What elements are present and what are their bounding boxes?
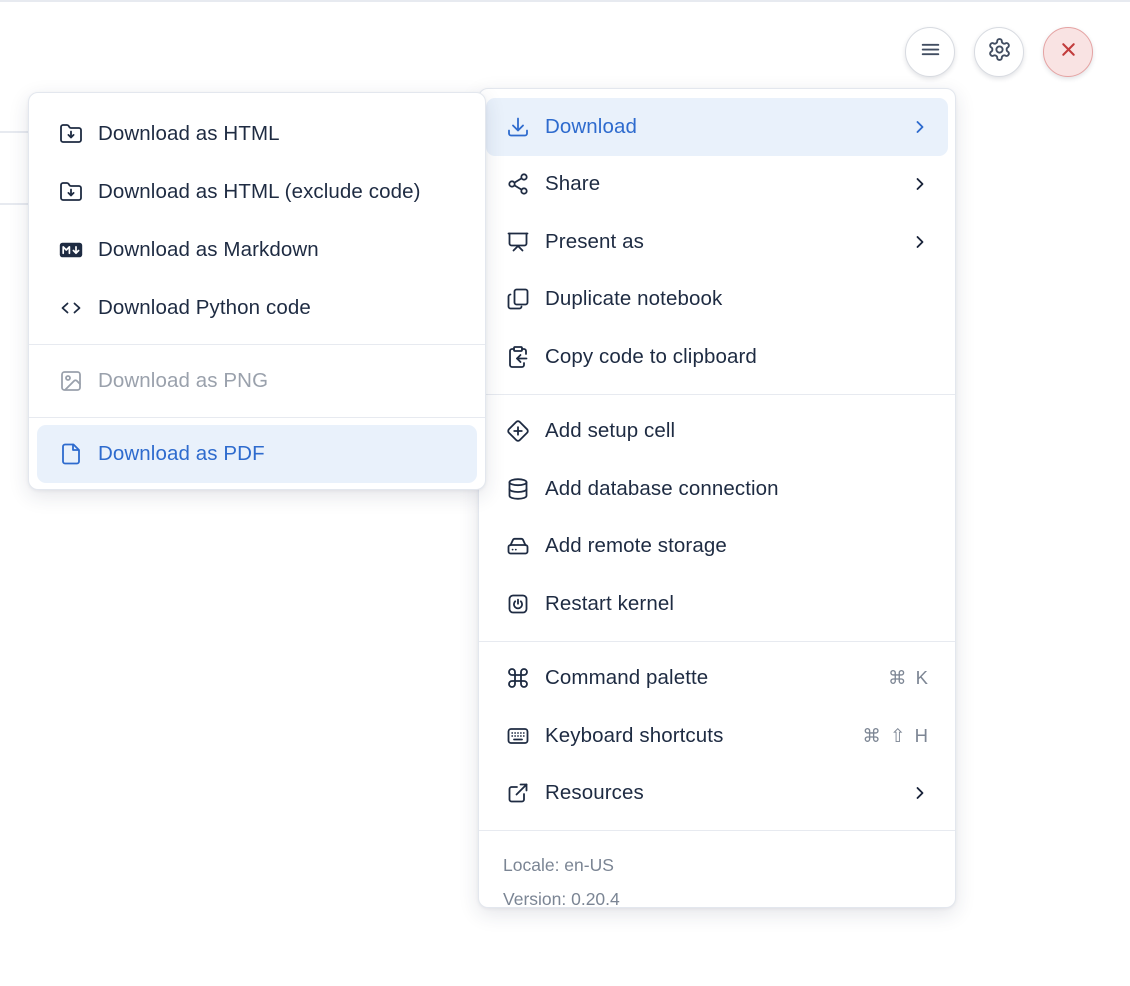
menu-item-label: Present as (545, 229, 644, 253)
folder-download-icon (59, 180, 83, 204)
background-cell-border (0, 203, 29, 205)
menu-item-label: Share (545, 172, 601, 196)
power-square-icon (506, 592, 530, 616)
menu-footer: Locale: en-US Version: 0.20.4 (486, 839, 948, 916)
download-icon (506, 115, 530, 139)
menu-item-restart-kernel[interactable]: Restart kernel (486, 575, 948, 633)
menu-item-download-as-html[interactable]: Download as HTML (37, 105, 477, 163)
close-app-button[interactable] (1043, 27, 1093, 77)
keyboard-icon (506, 724, 530, 748)
gear-icon (987, 37, 1012, 67)
chevron-right-icon (910, 783, 930, 803)
menu-item-label: Keyboard shortcuts (545, 723, 724, 747)
menu-item-add-remote-storage[interactable]: Add remote storage (486, 518, 948, 576)
command-icon (506, 666, 530, 690)
download-submenu: Download as HTML Download as HTML (exclu… (28, 92, 486, 490)
chevron-right-icon (910, 232, 930, 252)
shortcut-hint: ⌘ K (888, 667, 930, 689)
locale-label: Locale: en-US (503, 855, 614, 875)
menu-item-resources[interactable]: Resources (486, 765, 948, 823)
share-icon (506, 172, 530, 196)
external-link-icon (506, 781, 530, 805)
image-icon (59, 369, 83, 393)
code-icon (59, 296, 83, 320)
hamburger-icon (918, 37, 943, 67)
page-background: Download Share Present as Duplicate note… (0, 0, 1130, 986)
menu-item-label: Duplicate notebook (545, 287, 723, 311)
menu-item-label: Download as HTML (98, 122, 280, 145)
chevron-right-icon (910, 117, 930, 137)
menu-item-download[interactable]: Download (486, 98, 948, 156)
database-icon (506, 477, 530, 501)
presentation-icon (506, 230, 530, 254)
menu-item-copy-code[interactable]: Copy code to clipboard (486, 328, 948, 386)
folder-download-icon (59, 122, 83, 146)
settings-button[interactable] (974, 27, 1024, 77)
notebook-menu-button[interactable] (905, 27, 955, 77)
chevron-right-icon (910, 174, 930, 194)
menu-item-download-as-pdf[interactable]: Download as PDF (37, 425, 477, 483)
menu-item-label: Download as PNG (98, 369, 269, 392)
hard-drive-icon (506, 534, 530, 558)
menu-item-download-python-code[interactable]: Download Python code (37, 279, 477, 337)
menu-divider (29, 344, 485, 345)
menu-item-add-database-connection[interactable]: Add database connection (486, 460, 948, 518)
menu-item-label: Restart kernel (545, 591, 675, 615)
menu-item-label: Download as PDF (98, 442, 265, 465)
menu-item-command-palette[interactable]: Command palette ⌘ K (486, 650, 948, 708)
menu-item-present-as[interactable]: Present as (486, 213, 948, 271)
menu-item-share[interactable]: Share (486, 156, 948, 214)
markdown-icon (59, 238, 83, 262)
clipboard-copy-icon (506, 345, 530, 369)
menu-item-label: Add database connection (545, 476, 779, 500)
menu-item-label: Download Python code (98, 296, 311, 319)
menu-item-add-setup-cell[interactable]: Add setup cell (486, 403, 948, 461)
menu-divider (479, 640, 955, 642)
menu-item-label: Download (545, 114, 637, 138)
menu-item-download-as-html-exclude-code[interactable]: Download as HTML (exclude code) (37, 163, 477, 221)
diamond-plus-icon (506, 419, 530, 443)
menu-divider (29, 417, 485, 418)
menu-item-keyboard-shortcuts[interactable]: Keyboard shortcuts ⌘ ⇧ H (486, 707, 948, 765)
menu-item-label: Copy code to clipboard (545, 344, 757, 368)
menu-item-label: Resources (545, 781, 644, 805)
notebook-actions-menu: Download Share Present as Duplicate note… (478, 88, 956, 909)
background-cell-border (0, 131, 29, 133)
copy-icon (506, 287, 530, 311)
file-icon (59, 442, 83, 466)
menu-item-label: Command palette (545, 666, 709, 690)
menu-item-download-as-markdown[interactable]: Download as Markdown (37, 221, 477, 279)
menu-item-label: Add setup cell (545, 419, 676, 443)
version-label: Version: 0.20.4 (503, 889, 620, 909)
close-icon (1056, 37, 1081, 67)
menu-item-duplicate-notebook[interactable]: Duplicate notebook (486, 271, 948, 329)
page-top-border (0, 0, 1130, 2)
shortcut-hint: ⌘ ⇧ H (862, 724, 930, 746)
menu-item-label: Download as Markdown (98, 238, 319, 261)
menu-item-label: Add remote storage (545, 534, 727, 558)
menu-divider (479, 393, 955, 395)
menu-divider (479, 830, 955, 831)
menu-item-download-as-png: Download as PNG (37, 352, 477, 410)
menu-item-label: Download as HTML (exclude code) (98, 180, 421, 203)
